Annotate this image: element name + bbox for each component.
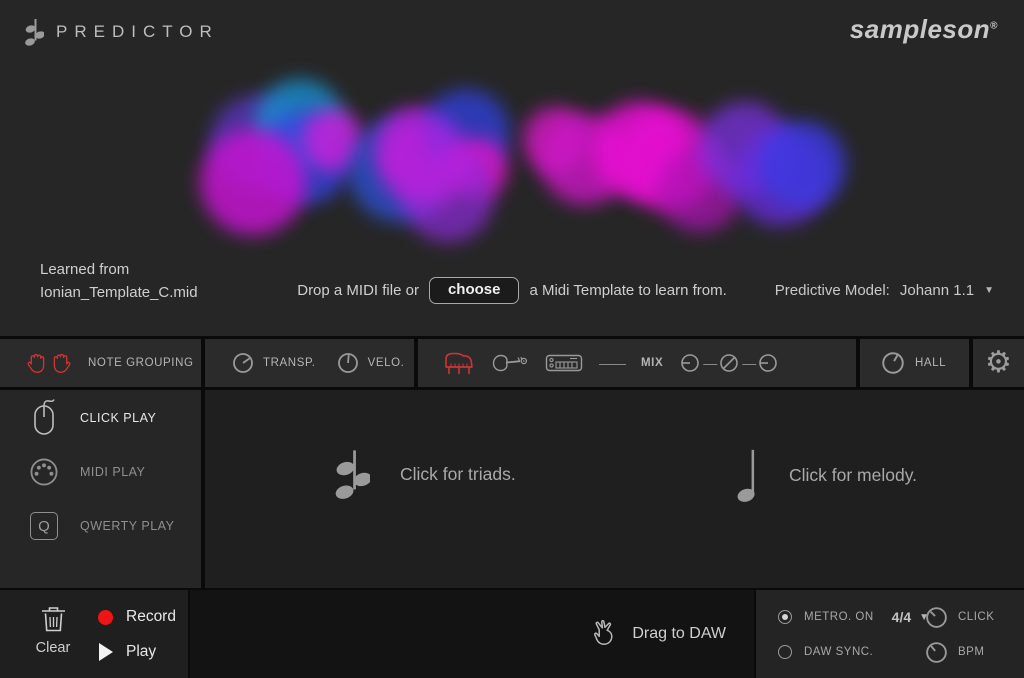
mix-knob-3[interactable] [757, 352, 779, 374]
melody-click-label: Click for melody. [789, 465, 917, 486]
piano-instrument-button[interactable] [442, 349, 475, 377]
record-button[interactable]: Record [98, 608, 176, 626]
hall-label: HALL [915, 357, 946, 369]
settings-section: ⚙ [973, 339, 1024, 387]
synth-keyboard-icon [545, 351, 583, 375]
note-grouping-toggle[interactable] [26, 352, 72, 375]
sidebar-item-midi-play[interactable]: MIDI PLAY [0, 446, 201, 498]
play-triangle-icon [99, 643, 113, 661]
transpose-label: TRANSP. [263, 357, 316, 369]
knob-chain-dash: — [742, 355, 755, 371]
mix-label: MIX [641, 357, 663, 369]
play-label: Play [126, 643, 156, 661]
drop-text-before: Drop a MIDI file or [297, 282, 419, 299]
triad-note-logo-icon [22, 16, 44, 48]
right-hand-icon [51, 352, 72, 375]
click-knob [924, 605, 949, 630]
metro-on-radio[interactable] [778, 610, 792, 624]
bpm-knob [924, 640, 949, 665]
drag-panel: Drag to DAW [190, 590, 754, 678]
daw-sync-label: DAW SYNC. [804, 646, 873, 658]
chevron-down-icon: ▼ [984, 285, 994, 296]
app-title: PREDICTOR [56, 22, 219, 42]
mix-knob-1[interactable] [679, 352, 701, 374]
mix-knob-chain: — — [679, 352, 779, 374]
velocity-label: VELO. [368, 357, 405, 369]
toolbar: NOTE GROUPING TRANSP. VELO. [0, 336, 1024, 390]
transpose-knob[interactable] [231, 351, 255, 375]
triad-note-icon [330, 445, 370, 503]
record-dot-icon [98, 610, 113, 625]
predictive-model-label: Predictive Model: [775, 282, 890, 299]
quarter-note-icon [737, 446, 759, 504]
play-button[interactable]: Play [99, 643, 156, 661]
sidebar-item-click-play[interactable]: CLICK PLAY [0, 392, 201, 444]
predictor-app-window: PREDICTOR sampleson® Learned from Ionian… [0, 0, 1024, 678]
performance-panel: Click for triads. Click for melody. [205, 390, 1024, 588]
metro-on-label: METRO. ON [804, 611, 874, 623]
qwerty-key-letter: Q [38, 518, 50, 535]
note-grouping-section: NOTE GROUPING [0, 339, 201, 387]
click-knob-label: CLICK [958, 611, 994, 623]
daw-sync-row: DAW SYNC. BPM [778, 645, 1010, 659]
clear-label: Clear [30, 640, 76, 656]
transpose-velocity-section: TRANSP. VELO. [205, 339, 414, 387]
bpm-knob-group[interactable]: BPM [924, 640, 1010, 665]
gear-icon[interactable]: ⚙ [985, 348, 1012, 378]
clear-button[interactable]: Clear [30, 604, 76, 656]
record-controls-panel [0, 590, 188, 678]
time-signature-value: 4/4 [892, 609, 911, 625]
knob-chain-dash: — [703, 355, 716, 371]
grand-piano-icon [442, 349, 475, 377]
choose-file-button[interactable]: choose [429, 277, 520, 304]
triads-click-area[interactable]: Click for triads. [330, 445, 516, 503]
trash-icon [40, 604, 67, 635]
play-mode-sidebar: CLICK PLAY MIDI PLAY Q QWERTY PLAY [0, 390, 201, 588]
sync-panel: METRO. ON 4/4 ▼ CLICK DAW SYNC. [756, 590, 1024, 678]
predictive-model-value: Johann 1.1 [900, 282, 974, 299]
melody-click-area[interactable]: Click for melody. [737, 446, 917, 504]
sidebar-item-label: QWERTY PLAY [80, 519, 174, 533]
click-volume-knob-group[interactable]: CLICK [924, 605, 1010, 630]
velocity-knob[interactable] [336, 351, 360, 375]
synth-instrument-button[interactable] [545, 351, 583, 375]
predictive-model-dropdown[interactable]: Johann 1.1 ▼ [900, 282, 994, 299]
instrument-mix-section: —— MIX — — [418, 339, 856, 387]
sidebar-item-qwerty-play[interactable]: Q QWERTY PLAY [0, 500, 201, 552]
midi-connector-icon [22, 456, 66, 488]
record-label: Record [126, 608, 176, 626]
drag-hand-icon [590, 617, 618, 651]
mix-knob-2[interactable] [718, 352, 740, 374]
mix-separator-dash: —— [599, 355, 625, 371]
header-panel: PREDICTOR sampleson® Learned from Ionian… [0, 0, 1024, 336]
sampleson-brand-logo: sampleson® [850, 14, 998, 45]
triads-click-label: Click for triads. [400, 464, 516, 485]
predictive-model-row: Predictive Model: Johann 1.1 ▼ [775, 282, 994, 299]
sidebar-item-label: CLICK PLAY [80, 411, 156, 425]
drop-text-after: a Midi Template to learn from. [529, 282, 726, 299]
hall-knob[interactable] [880, 350, 906, 376]
drag-to-daw-handle[interactable]: Drag to DAW [590, 590, 726, 678]
mouse-icon [22, 397, 66, 439]
violin-icon [491, 352, 529, 374]
drag-to-daw-label: Drag to DAW [632, 625, 726, 643]
hall-section: HALL [860, 339, 969, 387]
note-grouping-label: NOTE GROUPING [88, 357, 194, 369]
metronome-row: METRO. ON 4/4 ▼ CLICK [778, 609, 1010, 625]
bpm-knob-label: BPM [958, 646, 984, 658]
sidebar-item-label: MIDI PLAY [80, 465, 145, 479]
daw-sync-radio[interactable] [778, 645, 792, 659]
qwerty-key-icon: Q [22, 512, 66, 540]
violin-instrument-button[interactable] [491, 352, 529, 374]
registered-mark: ® [990, 20, 998, 31]
left-hand-icon [26, 352, 47, 375]
app-logo: PREDICTOR [22, 16, 219, 48]
